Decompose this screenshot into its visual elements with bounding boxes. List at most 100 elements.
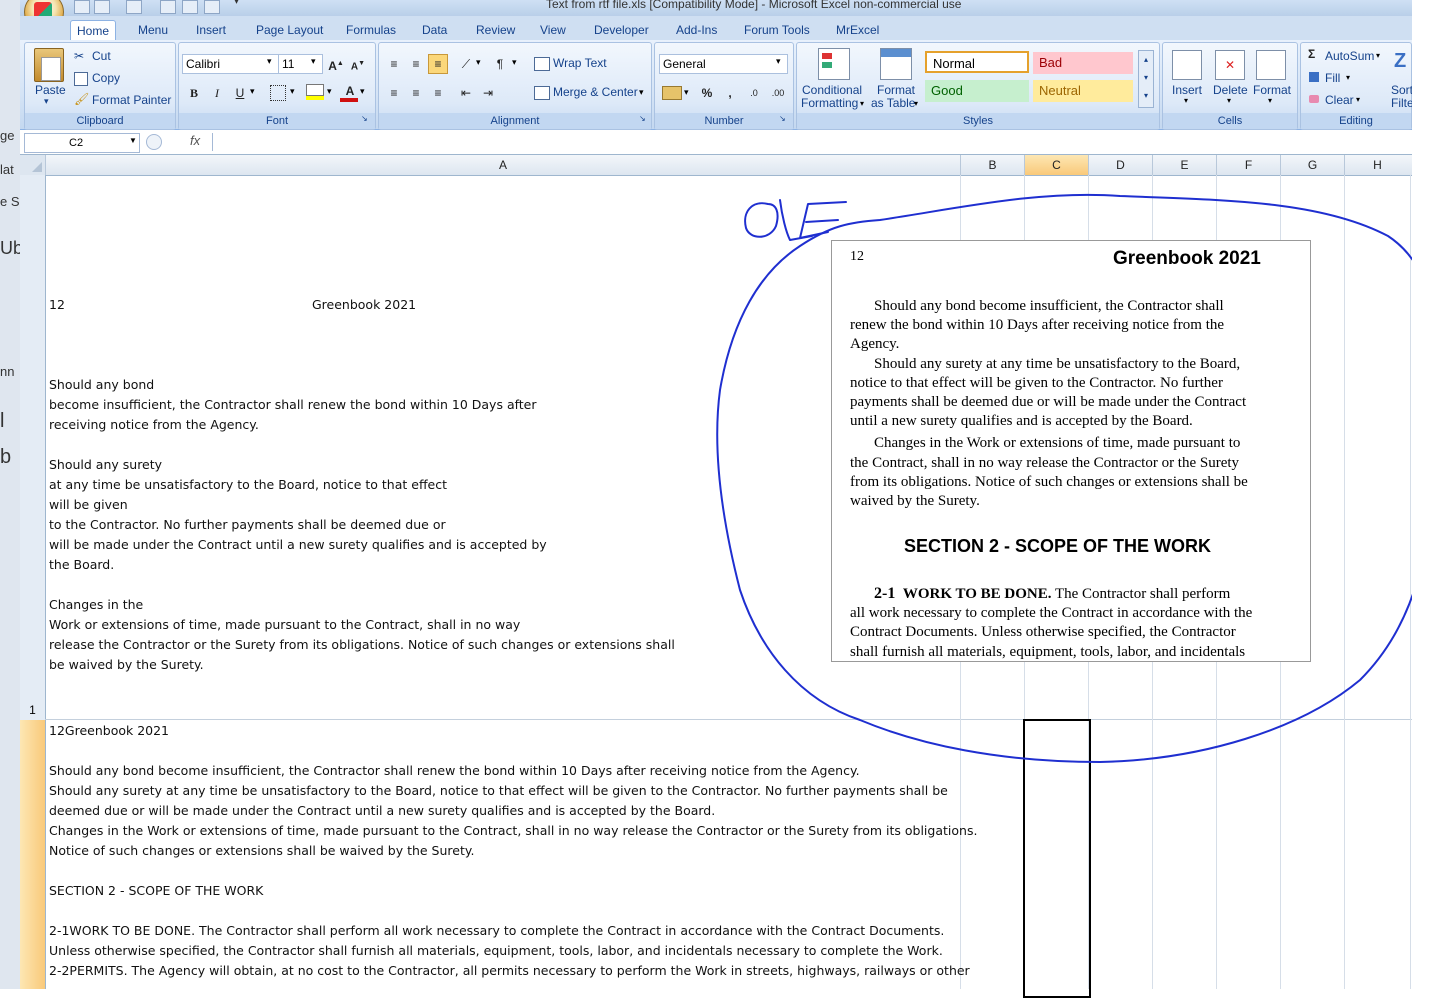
merge-center-button[interactable]: Merge & Center [553,85,638,99]
underline-icon[interactable]: U [230,83,250,103]
save-icon[interactable] [74,0,90,14]
chevron-down-icon[interactable]: ▾ [476,57,481,68]
sort-filter-button[interactable]: Sort [1391,83,1413,97]
styles-scroll[interactable]: ▴ ▾ ▾ [1138,50,1154,108]
conditional-formatting-button-line2[interactable]: Formatting [801,96,858,110]
embedded-pdf-image[interactable]: 12 Greenbook 2021 Should any bond become… [831,240,1311,662]
style-normal[interactable]: Normal [925,51,1029,73]
chevron-down-icon[interactable]: ▾ [1184,96,1188,105]
copy-button[interactable]: Copy [92,71,120,85]
autosum-button[interactable]: AutoSum [1325,49,1374,63]
grow-font-icon[interactable]: A▲ [326,54,346,74]
align-center-icon[interactable]: ≡ [406,83,426,103]
formula-input[interactable] [212,133,1411,151]
tab-formulas[interactable]: Formulas [340,20,402,40]
orientation-icon[interactable]: ⟋ [456,54,476,74]
decrease-indent-icon[interactable]: ⇤ [456,83,476,103]
align-right-icon[interactable]: ≡ [428,83,448,103]
format-painter-button[interactable]: Format Painter [92,93,171,107]
column-header-b[interactable]: B [960,155,1024,175]
qat-icon[interactable] [160,0,176,14]
chevron-down-icon[interactable]: ▼ [129,136,137,145]
number-dialog-launcher-icon[interactable]: ↘ [779,114,786,123]
style-neutral[interactable]: Neutral [1033,80,1133,102]
tab-page-layout[interactable]: Page Layout [250,20,329,40]
tab-add-ins[interactable]: Add-Ins [670,20,723,40]
row-header-1[interactable]: 1 [20,703,45,717]
delete-cells-button[interactable]: Delete [1213,83,1248,97]
align-bottom-icon[interactable]: ≡ [428,54,448,74]
column-header-a[interactable]: A [45,155,960,175]
shrink-font-icon[interactable]: A▼ [348,54,368,74]
percent-icon[interactable]: % [697,83,717,103]
bold-icon[interactable]: B [184,83,204,103]
sort-filter-button-line2[interactable]: Filte [1391,96,1414,110]
chevron-down-icon[interactable]: ▾ [1227,96,1231,105]
insert-function-icon[interactable]: fx [190,133,200,148]
qat-customize-icon[interactable]: ▾ [234,0,239,7]
column-header-g[interactable]: G [1280,155,1344,175]
style-good[interactable]: Good [925,80,1029,102]
chevron-down-icon[interactable]: ▾ [512,57,517,68]
chevron-down-icon[interactable]: ▾ [327,86,332,97]
increase-decimal-icon[interactable]: .0 [744,83,764,103]
chevron-down-icon[interactable]: ▾ [360,86,365,97]
font-name-select[interactable]: Calibri [182,54,279,74]
column-header-e[interactable]: E [1152,155,1216,175]
paste-dropdown-icon[interactable]: ▾ [44,96,49,107]
tab-mrexcel[interactable]: MrExcel [830,20,885,40]
tab-review[interactable]: Review [470,20,521,40]
column-header-h[interactable]: H [1344,155,1410,175]
chevron-down-icon[interactable]: ▾ [1376,51,1380,60]
chevron-down-icon[interactable]: ▾ [914,99,918,108]
qat-icon[interactable] [182,0,198,14]
chevron-down-icon[interactable]: ▾ [639,87,644,98]
chevron-down-icon[interactable]: ▾ [290,86,295,97]
tab-developer[interactable]: Developer [588,20,655,40]
chevron-down-icon[interactable]: ▾ [684,87,689,98]
row-header-2[interactable] [20,720,45,989]
format-cells-button[interactable]: Format [1253,83,1291,97]
tab-forum-tools[interactable]: Forum Tools [738,20,816,40]
increase-indent-icon[interactable]: ⇥ [478,83,498,103]
number-format-select[interactable]: General [659,54,788,74]
redo-icon[interactable] [126,0,142,14]
format-as-table-button-line2[interactable]: as Table [871,96,915,110]
qat-icon[interactable] [204,0,220,14]
font-dialog-launcher-icon[interactable]: ↘ [361,114,368,123]
column-header-d[interactable]: D [1088,155,1152,175]
chevron-down-icon[interactable]: ▾ [1346,73,1350,82]
cell-a1-text[interactable]: Should any bond become insufficient, the… [49,375,675,675]
paste-button[interactable]: Paste [35,83,66,97]
undo-icon[interactable] [94,0,110,14]
tab-data[interactable]: Data [416,20,453,40]
column-header-c[interactable]: C [1024,155,1088,175]
select-all-button[interactable] [20,155,45,175]
borders-icon[interactable] [270,85,286,101]
tab-view[interactable]: View [534,20,572,40]
chevron-down-icon[interactable]: ▾ [776,56,781,67]
tab-home[interactable]: Home [70,20,117,41]
chevron-down-icon[interactable]: ▾ [267,56,272,67]
paste-icon[interactable] [34,48,64,82]
align-left-icon[interactable]: ≡ [384,83,404,103]
cell-a2-text[interactable]: 12Greenbook 2021 Should any bond become … [49,721,977,981]
column-header-f[interactable]: F [1216,155,1280,175]
paragraph-icon[interactable]: ¶ [490,54,510,74]
tab-insert[interactable]: Insert [190,20,232,40]
chevron-down-icon[interactable]: ▾ [1268,96,1272,105]
wrap-text-button[interactable]: Wrap Text [553,56,607,70]
format-as-table-button[interactable]: Format [877,83,915,97]
align-middle-icon[interactable]: ≡ [406,54,426,74]
formula-cancel-icon[interactable] [146,134,162,150]
chevron-down-icon[interactable]: ▾ [860,99,864,108]
font-size-select[interactable]: 11 [278,54,323,74]
conditional-formatting-button[interactable]: Conditional [802,83,862,97]
decrease-decimal-icon[interactable]: .00 [768,83,788,103]
fill-button[interactable]: Fill [1325,71,1340,85]
alignment-dialog-launcher-icon[interactable]: ↘ [639,114,646,123]
comma-icon[interactable]: , [720,83,740,103]
chevron-down-icon[interactable]: ▾ [1356,95,1360,104]
name-box[interactable]: C2 [24,133,140,153]
align-top-icon[interactable]: ≡ [384,54,404,74]
